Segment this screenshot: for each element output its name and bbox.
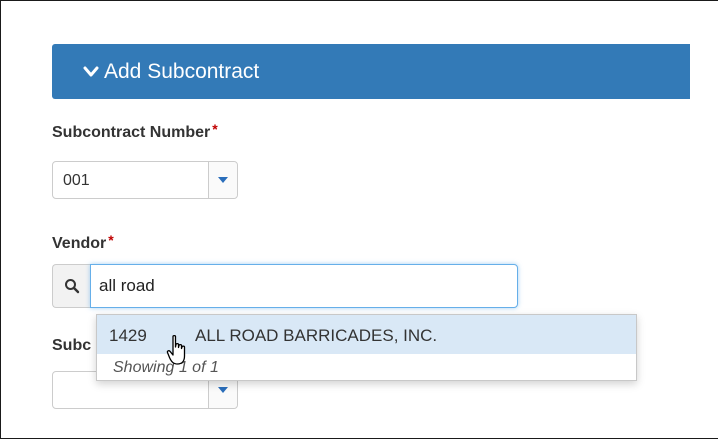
add-subcontract-panel-header[interactable]: Add Subcontract <box>52 44 690 99</box>
subcontract-number-value: 001 <box>63 172 90 189</box>
hand-pointer-cursor-icon <box>166 334 186 365</box>
vendor-label-text: Vendor <box>52 235 107 252</box>
vendor-name: ALL ROAD BARRICADES, INC. <box>195 326 438 345</box>
third-field-label: Subc <box>52 337 92 354</box>
required-asterisk: * <box>212 121 218 137</box>
chevron-down-icon <box>83 64 99 80</box>
subcontract-number-select[interactable]: 001 <box>52 161 238 199</box>
vendor-search-input[interactable] <box>90 264 518 308</box>
caret-down-icon <box>218 177 228 183</box>
subcontract-number-label-text: Subcontract Number <box>52 124 211 141</box>
vendor-label: Vendor * <box>52 232 114 253</box>
required-asterisk: * <box>108 232 114 248</box>
subcontract-number-dropdown-button[interactable] <box>208 162 237 198</box>
panel-title: Add Subcontract <box>104 59 260 83</box>
caret-down-icon <box>218 387 228 393</box>
subcontract-number-label: Subcontract Number * <box>52 121 218 142</box>
search-icon[interactable] <box>52 264 90 308</box>
vendor-code: 1429 <box>109 326 147 345</box>
